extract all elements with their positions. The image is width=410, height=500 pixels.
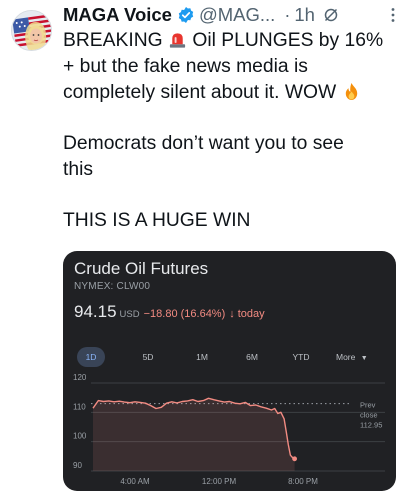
y-tick-label: 110 xyxy=(73,402,86,411)
prev-close-label-line: Prev xyxy=(360,401,376,410)
verified-badge-icon xyxy=(178,6,194,24)
timestamp[interactable]: 1h xyxy=(294,4,315,26)
tweet-line: THIS IS A HUGE WIN xyxy=(63,210,251,231)
silent-text: completely silent about it. WOW xyxy=(63,82,337,103)
tweet-line: Democrats don’t want you to see xyxy=(63,133,344,154)
last-point xyxy=(292,456,297,462)
grok-icon[interactable] xyxy=(323,7,339,23)
author-handle[interactable]: @MAG... xyxy=(199,4,275,26)
breaking-text: BREAKING xyxy=(63,30,163,51)
y-tick-label: 100 xyxy=(73,432,87,441)
y-tick-label: 120 xyxy=(73,373,87,382)
x-tick-label: 8:00 PM xyxy=(288,477,318,486)
flag-portrait-icon xyxy=(12,11,51,50)
tweet-header: MAGA Voice @MAG... · 1h xyxy=(63,2,402,28)
tweet-text: BREAKING Oil PLUNGES by 16% + but the fa… xyxy=(63,28,403,234)
tweet-line: + but the fake news media is xyxy=(63,56,308,77)
prev-close-label-line: 112.95 xyxy=(360,421,382,430)
avatar[interactable] xyxy=(11,10,52,51)
x-tick-label: 4:00 AM xyxy=(120,477,150,486)
price-chart[interactable]: 120 110 100 90 Prev close 112.95 4:00 AM 12:00 P… xyxy=(63,251,396,491)
separator-dot: · xyxy=(284,4,291,25)
series-area xyxy=(93,398,295,471)
siren-icon xyxy=(169,33,186,48)
x-tick-label: 12:00 PM xyxy=(202,477,237,486)
tweet-line: BREAKING Oil PLUNGES by 16% xyxy=(63,28,403,54)
author-name[interactable]: MAGA Voice xyxy=(63,4,172,26)
tweet-line: this xyxy=(63,159,94,180)
oil-plunges-text: Oil PLUNGES by 16% xyxy=(192,30,384,51)
y-tick-label: 90 xyxy=(73,461,82,470)
oil-futures-card[interactable]: Crude Oil Futures NYMEX: CLW00 94.15 USD… xyxy=(63,251,396,491)
prev-close-label-line: close xyxy=(360,411,378,420)
tweet-line: completely silent about it. WOW xyxy=(63,80,403,106)
prev-close-label: Prev close 112.95 xyxy=(360,401,382,430)
fire-icon xyxy=(345,82,357,101)
more-options-icon[interactable] xyxy=(384,6,402,24)
